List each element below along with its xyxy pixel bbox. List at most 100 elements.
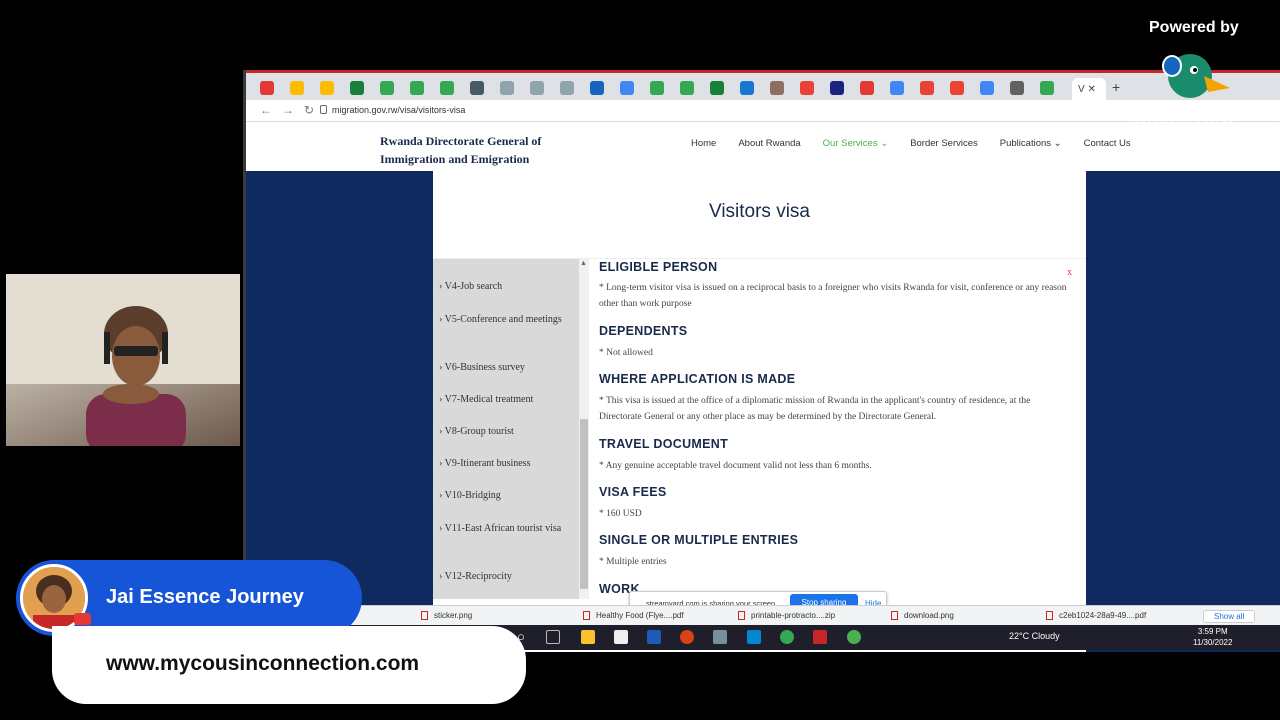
tab-favicon[interactable]: [290, 81, 304, 95]
powerpoint-icon[interactable]: [680, 630, 694, 644]
download-name: download.png: [904, 611, 954, 620]
section-title: ELIGIBLE PERSON: [599, 260, 718, 274]
browser-window: V ✕ + ← → ↻ migration.gov.rw/visa/visito…: [243, 70, 1280, 652]
sidebar-scrollbar[interactable]: ▲: [579, 259, 589, 599]
tab-favicon[interactable]: [620, 81, 634, 95]
scrollbar-thumb[interactable]: [580, 419, 588, 589]
tab-favicon[interactable]: [740, 81, 754, 95]
clock-date: 11/30/2022: [1193, 638, 1233, 647]
powered-by-label: Powered by: [1149, 19, 1239, 36]
forward-icon[interactable]: →: [282, 103, 294, 117]
nav-publications[interactable]: Publications ⌄: [1000, 138, 1062, 149]
site-logo[interactable]: Rwanda Directorate General of Immigratio…: [380, 132, 580, 168]
chrome-icon[interactable]: [780, 630, 794, 644]
host-url-banner: www.mycousinconnection.com: [52, 626, 526, 704]
tab-favicon[interactable]: [560, 81, 574, 95]
page-card: Visitors visa › V4-Job search › V5-Confe…: [433, 171, 1086, 652]
sidebar-item-v12[interactable]: › V12-Reciprocity: [439, 569, 575, 585]
section-title: VISA FEES: [599, 485, 667, 499]
show-all-button[interactable]: Show all: [1203, 610, 1256, 623]
site-nav: Home About Rwanda Our Services ⌄ Border …: [691, 138, 1153, 149]
tab-favicon[interactable]: [680, 81, 694, 95]
sidebar-item-v7[interactable]: › V7-Medical treatment: [439, 392, 575, 408]
section-body: * Not allowed: [599, 348, 653, 358]
tab-favicon[interactable]: [530, 81, 544, 95]
tab-favicon[interactable]: [950, 81, 964, 95]
tab-favicon[interactable]: [1010, 81, 1024, 95]
sidebar-item-v11[interactable]: › V11-East African tourist visa: [439, 521, 575, 537]
word-icon[interactable]: [647, 630, 661, 644]
nav-publications-label: Publications: [999, 138, 1052, 149]
nav-about-rwanda[interactable]: About Rwanda: [738, 138, 800, 149]
tab-favicon[interactable]: [440, 81, 454, 95]
streamyard-logo: StreamYard: [1128, 108, 1234, 129]
file-icon: [891, 611, 898, 621]
new-tab-icon[interactable]: +: [1112, 79, 1120, 95]
weather-widget[interactable]: 22°C Cloudy: [1009, 631, 1060, 641]
app-icon[interactable]: [713, 630, 727, 644]
tab-favicon[interactable]: [860, 81, 874, 95]
webcam-feed: [6, 274, 240, 446]
download-item[interactable]: c2eb1024-28a9-49....pdf: [1046, 611, 1147, 621]
tab-favicon[interactable]: [800, 81, 814, 95]
tab-favicon[interactable]: [590, 81, 604, 95]
host-name: Jai Essence Journey: [106, 586, 304, 608]
sidebar-item-v5[interactable]: › V5-Conference and meetings: [439, 312, 575, 328]
download-item[interactable]: printable-protracto....zip: [738, 611, 836, 621]
nav-border-services[interactable]: Border Services: [910, 138, 978, 149]
file-explorer-icon[interactable]: [581, 630, 595, 644]
task-view-icon[interactable]: [546, 630, 560, 644]
chrome-icon[interactable]: [847, 630, 861, 644]
clock[interactable]: 3:59 PM 11/30/2022: [1193, 626, 1232, 648]
nav-our-services-label: Our Services: [822, 138, 878, 149]
download-name: printable-protracto....zip: [751, 611, 836, 620]
tab-favicon[interactable]: [710, 81, 724, 95]
back-icon[interactable]: ←: [260, 103, 272, 117]
tab-favicon[interactable]: [380, 81, 394, 95]
tab-favicon[interactable]: [890, 81, 904, 95]
tab-favicon[interactable]: [470, 81, 484, 95]
scroll-up-icon[interactable]: ▲: [580, 260, 587, 267]
lock-icon[interactable]: [320, 105, 327, 114]
stream-stage: V ✕ + ← → ↻ migration.gov.rw/visa/visito…: [0, 0, 1280, 720]
streamyard-duck-icon: [1162, 54, 1230, 98]
acrobat-icon[interactable]: [813, 630, 827, 644]
close-icon[interactable]: ✕: [1087, 84, 1095, 95]
tab-favicon[interactable]: [830, 81, 844, 95]
nav-contact-us[interactable]: Contact Us: [1084, 138, 1131, 149]
sidebar-item-v10[interactable]: › V10-Bridging: [439, 488, 575, 504]
tab-favicon[interactable]: [920, 81, 934, 95]
tab-favicon[interactable]: [410, 81, 424, 95]
download-item[interactable]: download.png: [891, 611, 954, 621]
sidebar-item-v8[interactable]: › V8-Group tourist: [439, 424, 575, 440]
tab-favicon[interactable]: [500, 81, 514, 95]
host-url: www.mycousinconnection.com: [106, 652, 420, 675]
sidebar-item-v6[interactable]: › V6-Business survey: [439, 360, 575, 376]
nav-our-services[interactable]: Our Services ⌄: [823, 138, 889, 149]
tab-favicon[interactable]: [350, 81, 364, 95]
reload-icon[interactable]: ↻: [304, 103, 314, 117]
download-name: c2eb1024-28a9-49....pdf: [1059, 611, 1147, 620]
visa-details: ELIGIBLE PERSON * Long-term visitor visa…: [599, 259, 1079, 599]
clock-time: 3:59 PM: [1197, 627, 1228, 636]
tab-favicon[interactable]: [1040, 81, 1054, 95]
tab-favicon[interactable]: [650, 81, 664, 95]
chevron-down-icon: ⌄: [880, 138, 889, 149]
skype-icon[interactable]: [747, 630, 761, 644]
tab-favicon[interactable]: [980, 81, 994, 95]
close-icon[interactable]: x: [1067, 267, 1072, 278]
url-field[interactable]: migration.gov.rw/visa/visitors-visa: [332, 105, 465, 115]
download-item[interactable]: Healthy Food (Flye....pdf: [583, 611, 684, 621]
sidebar-item-v9[interactable]: › V9-Itinerant business: [439, 456, 575, 472]
section-title: WHERE APPLICATION IS MADE: [599, 372, 796, 386]
tab-favicon[interactable]: [320, 81, 334, 95]
section-body: * 160 USD: [599, 509, 642, 519]
tab-favicon[interactable]: [770, 81, 784, 95]
nav-home[interactable]: Home: [691, 138, 716, 149]
visa-category-menu: › V4-Job search › V5-Conference and meet…: [433, 259, 579, 599]
file-icon: [738, 611, 745, 621]
tab-favicon[interactable]: [260, 81, 274, 95]
download-item[interactable]: sticker.png: [421, 611, 472, 621]
sidebar-item-v4[interactable]: › V4-Job search: [439, 279, 575, 295]
store-icon[interactable]: [614, 630, 628, 644]
